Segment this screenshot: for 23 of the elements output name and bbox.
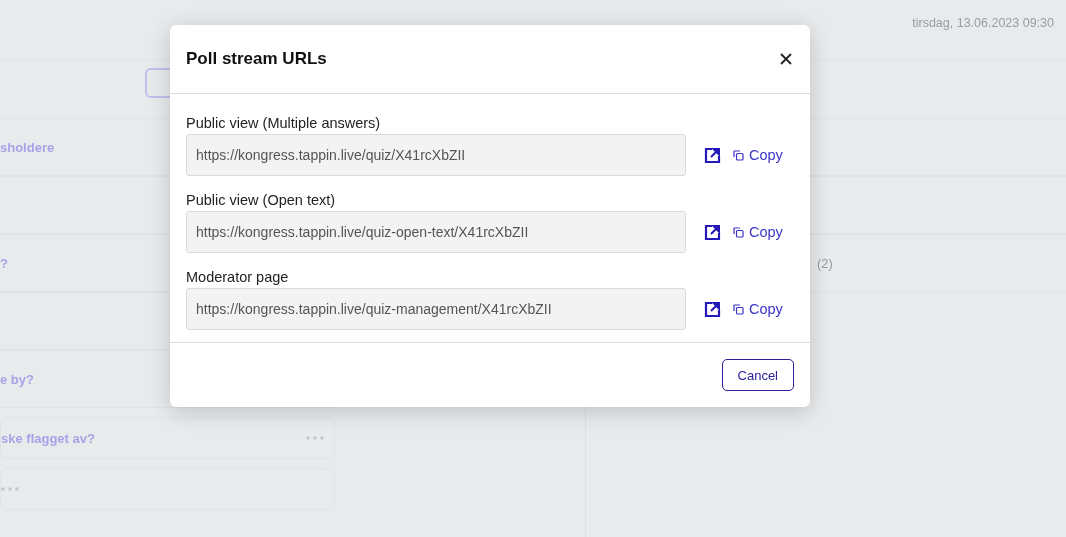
external-link-icon (704, 223, 721, 241)
copy-button[interactable]: Copy (733, 224, 783, 240)
close-icon (780, 53, 792, 65)
date-time: tirsdag, 13.06.2023 09:30 (912, 16, 1054, 30)
dialog-title: Poll stream URLs (186, 49, 327, 69)
copy-icon (733, 149, 744, 161)
cancel-button[interactable]: Cancel (721, 359, 794, 391)
open-link-button[interactable] (704, 146, 721, 164)
open-link-button[interactable] (704, 223, 721, 241)
close-button[interactable] (778, 51, 794, 67)
copy-icon (733, 226, 744, 238)
url-field[interactable]: https://kongress.tappin.live/quiz-management/X41rcXbZII (186, 288, 686, 330)
field-label: Public view (Multiple answers) (186, 114, 382, 132)
copy-icon (733, 303, 744, 315)
field-label: Moderator page (186, 268, 290, 286)
external-link-icon (704, 146, 721, 164)
field-label: Public view (Open text) (186, 191, 337, 209)
url-field[interactable]: https://kongress.tappin.live/quiz/X41rcXbZII (186, 134, 686, 176)
open-link-button[interactable] (704, 300, 721, 318)
url-field[interactable]: https://kongress.tappin.live/quiz-open-text/X41rcXbZII (186, 211, 686, 253)
copy-button[interactable]: Copy (733, 301, 783, 317)
external-link-icon (704, 300, 721, 318)
copy-button[interactable]: Copy (733, 147, 783, 163)
